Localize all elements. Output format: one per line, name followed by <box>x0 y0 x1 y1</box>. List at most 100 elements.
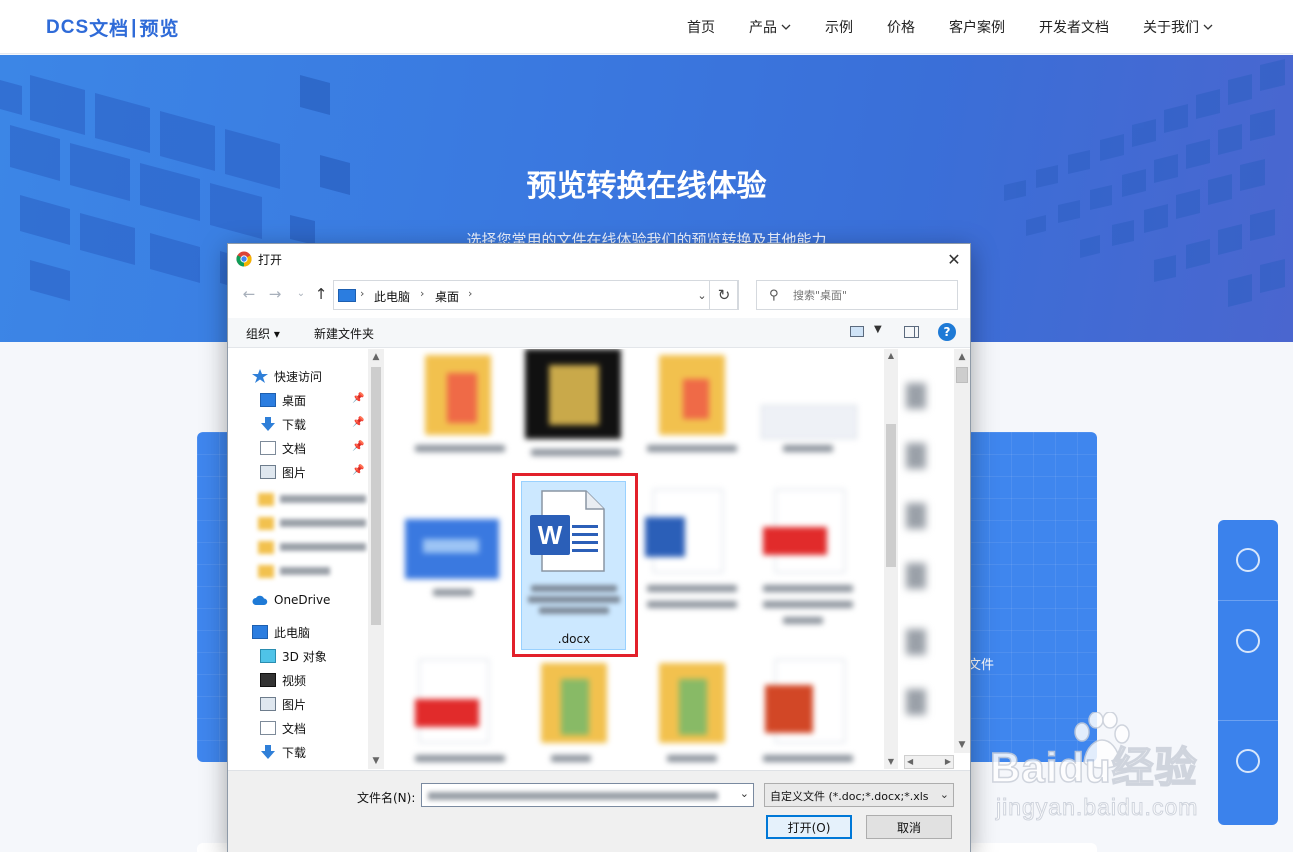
nav-home-label: 首页 <box>687 20 715 36</box>
file-item[interactable] <box>753 659 863 769</box>
nav-quick-documents[interactable]: 文档 <box>260 437 306 459</box>
nav-home[interactable]: 首页 <box>687 17 715 37</box>
filename-input[interactable]: ⌄ <box>421 783 754 807</box>
refresh-icon[interactable]: ↻ <box>709 280 739 310</box>
redacted-text <box>531 449 621 456</box>
nav-examples[interactable]: 示例 <box>825 17 853 37</box>
file-item[interactable] <box>637 349 747 499</box>
nav-videos[interactable]: 视频 <box>260 669 306 691</box>
nav-quick-pictures[interactable]: 图片 <box>260 461 306 483</box>
scroll-left-icon[interactable]: ◀ <box>907 757 913 766</box>
image-thumb <box>761 405 857 439</box>
nav-products[interactable]: 产品 <box>749 17 791 37</box>
scroll-thumb[interactable] <box>886 424 896 567</box>
dialog-close-button[interactable]: ✕ <box>938 244 970 274</box>
blurred-folder-item[interactable] <box>258 564 330 578</box>
side-float-item-1[interactable] <box>1218 520 1278 600</box>
filetype-select[interactable]: 自定义文件 (*.doc;*.docx;*.xls ⌄ <box>764 783 954 807</box>
side-float-item-2[interactable] <box>1218 600 1278 680</box>
scroll-up-icon[interactable]: ▲ <box>954 349 970 365</box>
scroll-down-icon[interactable]: ▼ <box>884 755 898 769</box>
nav-quick-desktop[interactable]: 桌面 <box>260 389 306 411</box>
chevron-down-icon[interactable]: ⌄ <box>740 787 749 800</box>
monitor-icon <box>252 625 268 639</box>
search-box[interactable]: ⚲ <box>756 280 958 310</box>
recent-chevron-icon[interactable]: ⌄ <box>292 285 310 303</box>
scroll-right-icon[interactable]: ▶ <box>945 757 951 766</box>
preview-scrollbar[interactable]: ▲ ▼ <box>954 349 970 753</box>
nav-quick-downloads[interactable]: 下载 <box>260 413 306 435</box>
back-arrow-icon[interactable]: ← <box>240 285 258 303</box>
star-icon <box>252 369 268 383</box>
logo-text-preview: 预览 <box>139 19 180 40</box>
nav-documents[interactable]: 文档 <box>260 717 306 739</box>
breadcrumb-arrow-icon[interactable]: › <box>468 287 472 300</box>
organize-button[interactable]: 组织 ▾ <box>246 325 280 342</box>
nav-onedrive[interactable]: OneDrive <box>252 589 330 611</box>
cube-icon <box>260 649 276 663</box>
redacted-text <box>428 792 718 800</box>
nav-pictures-label: 图片 <box>282 697 307 712</box>
scroll-thumb[interactable] <box>956 367 968 383</box>
preview-pane-icon[interactable] <box>904 326 919 338</box>
hero-title: 预览转换在线体验 <box>526 169 767 204</box>
scroll-up-icon[interactable]: ▲ <box>884 349 898 363</box>
file-item[interactable] <box>405 659 515 769</box>
nav-pictures[interactable]: 图片 <box>260 693 306 715</box>
nav-quick-access[interactable]: 快速访问 <box>252 365 322 387</box>
file-item[interactable] <box>403 489 513 639</box>
breadcrumb-arrow-icon[interactable]: › <box>420 287 424 300</box>
file-item[interactable] <box>753 489 863 639</box>
scroll-down-icon[interactable]: ▼ <box>368 753 384 769</box>
ppt-icon <box>765 685 813 733</box>
pin-icon[interactable]: 📌 <box>352 441 364 452</box>
highlight-annotation-box <box>512 473 638 657</box>
preview-hscrollbar[interactable]: ◀ ▶ <box>904 755 954 769</box>
nav-3d-objects[interactable]: 3D 对象 <box>260 645 327 667</box>
nav-pricing[interactable]: 价格 <box>887 17 915 37</box>
blurred-folder-item[interactable] <box>258 516 366 530</box>
forward-arrow-icon[interactable]: → <box>266 285 284 303</box>
cancel-button[interactable]: 取消 <box>866 815 952 839</box>
file-item[interactable] <box>637 489 747 639</box>
site-header: DCS 文档 | 预览 首页 产品 示例 价格 客户案例 开发者文档 关于我们 <box>0 0 1293 54</box>
blurred-folder-item[interactable] <box>258 540 366 554</box>
file-item[interactable] <box>405 349 515 499</box>
new-folder-button[interactable]: 新建文件夹 <box>314 325 374 342</box>
scroll-down-icon[interactable]: ▼ <box>954 737 970 753</box>
nav-about[interactable]: 关于我们 <box>1143 17 1213 37</box>
pin-icon[interactable]: 📌 <box>352 417 364 428</box>
pin-icon[interactable]: 📌 <box>352 465 364 476</box>
redacted-preview <box>906 443 926 469</box>
search-input[interactable] <box>793 286 953 304</box>
nav-pricing-label: 价格 <box>887 20 915 36</box>
nav-downloads[interactable]: 下载 <box>260 741 306 763</box>
file-open-dialog: 打开 ✕ ← → ⌄ ↑ › 此电脑 › 桌面 › ⌄ ↻ ⚲ 组织 ▾ 新建文… <box>227 243 971 852</box>
phone-icon <box>1236 748 1260 773</box>
nav-this-pc[interactable]: 此电脑 <box>252 621 310 643</box>
redacted-text <box>280 567 330 575</box>
view-dropdown-icon[interactable]: ▼ <box>874 324 882 335</box>
breadcrumb-arrow-icon[interactable]: › <box>360 287 364 300</box>
file-item[interactable] <box>521 659 631 769</box>
open-button[interactable]: 打开(O) <box>766 815 852 839</box>
scroll-up-icon[interactable]: ▲ <box>368 349 384 365</box>
view-mode-icon[interactable] <box>850 326 864 337</box>
breadcrumb-this-pc[interactable]: 此电脑 <box>374 288 410 305</box>
site-logo[interactable]: DCS 文档 | 预览 <box>46 14 179 41</box>
file-item[interactable] <box>637 659 747 769</box>
address-bar[interactable]: › 此电脑 › 桌面 › ⌄ <box>333 280 738 310</box>
file-item[interactable] <box>753 349 863 499</box>
up-arrow-icon[interactable]: ↑ <box>312 285 330 303</box>
navpane-scrollbar[interactable]: ▲ ▼ <box>368 349 384 769</box>
scroll-thumb[interactable] <box>371 367 381 625</box>
breadcrumb-desktop[interactable]: 桌面 <box>435 288 459 305</box>
blurred-folder-item[interactable] <box>258 492 366 506</box>
filelist-scrollbar[interactable]: ▲ ▼ <box>884 349 898 769</box>
pin-icon[interactable]: 📌 <box>352 393 364 404</box>
nav-videos-label: 视频 <box>282 673 307 688</box>
chevron-down-icon[interactable]: ⌄ <box>936 788 949 801</box>
nav-docs[interactable]: 开发者文档 <box>1039 17 1109 37</box>
nav-cases[interactable]: 客户案例 <box>949 17 1005 37</box>
help-icon[interactable]: ? <box>938 323 956 341</box>
